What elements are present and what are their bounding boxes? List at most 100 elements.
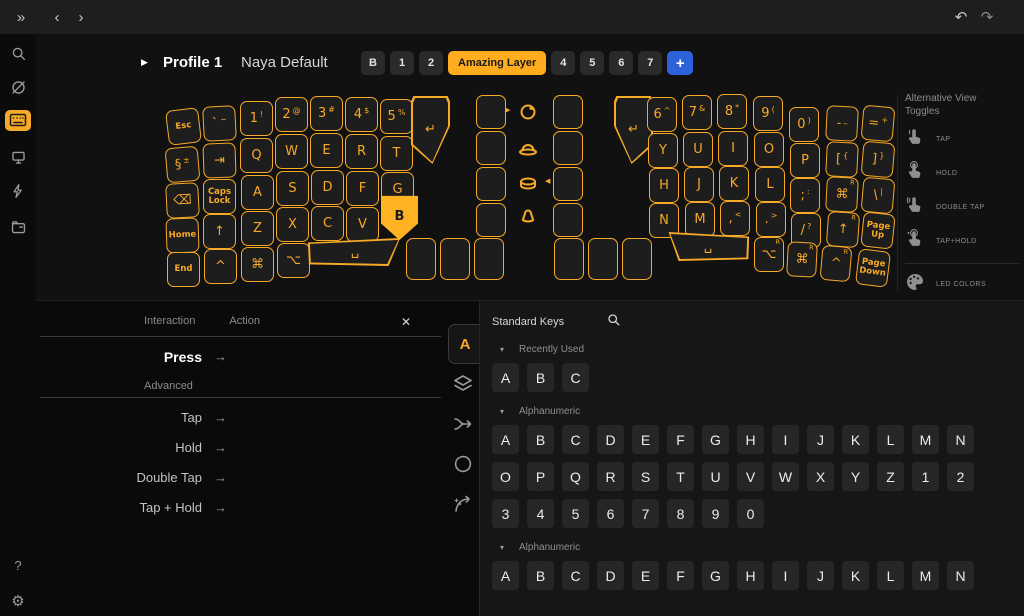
section-header-recently-used[interactable]: ▾Recently Used — [492, 343, 1024, 355]
search-icon[interactable] — [0, 39, 36, 67]
key-chip-Z[interactable]: Z — [877, 462, 904, 491]
press-row[interactable]: Press → — [36, 346, 445, 367]
key-1[interactable]: 1! — [240, 101, 273, 136]
keyboard-icon[interactable] — [0, 106, 36, 134]
key-[[interactable]: [{ — [825, 141, 859, 178]
key-chip-M[interactable]: M — [912, 561, 939, 590]
key-T[interactable]: T — [380, 136, 413, 171]
key-chip-D[interactable]: D — [597, 561, 624, 590]
key-blank[interactable] — [476, 167, 506, 201]
key-⌫[interactable]: ⌫ — [165, 182, 200, 219]
dial-module-icon[interactable] — [517, 173, 539, 195]
key-chip-F[interactable]: F — [667, 425, 694, 454]
key-blank[interactable] — [406, 238, 436, 280]
key-,[interactable]: ,< — [720, 201, 750, 236]
key-⌘[interactable]: ⌘ — [241, 247, 274, 282]
key-D[interactable]: D — [311, 170, 344, 205]
key-blank[interactable] — [553, 167, 583, 201]
key-chip-L[interactable]: L — [877, 561, 904, 590]
key-chip-C[interactable]: C — [562, 561, 589, 590]
key-chip-A[interactable]: A — [492, 363, 519, 392]
key-blank[interactable] — [553, 131, 583, 165]
key-2[interactable]: 2@ — [275, 97, 308, 132]
key-K[interactable]: K — [719, 166, 749, 201]
toggle-hold[interactable]: HOLD — [905, 161, 1019, 185]
key-W[interactable]: W — [275, 134, 308, 169]
key-space-left[interactable]: ␣ — [307, 238, 403, 266]
display-icon[interactable] — [0, 143, 36, 171]
layer-chip-5[interactable]: 5 — [580, 51, 604, 75]
key-chip-V[interactable]: V — [737, 462, 764, 491]
key-S[interactable]: S — [276, 171, 309, 206]
toggle-tap-hold[interactable]: TAP+HOLD — [905, 229, 1019, 253]
key-chip-E[interactable]: E — [632, 425, 659, 454]
key-chip-3[interactable]: 3 — [492, 499, 519, 528]
key-O[interactable]: O — [754, 132, 784, 167]
key-chip-T[interactable]: T — [667, 462, 694, 491]
key-blank[interactable] — [622, 238, 652, 280]
key-8[interactable]: 8* — [717, 94, 747, 129]
key-U[interactable]: U — [683, 132, 713, 167]
tab-standard-keys[interactable]: A — [448, 324, 481, 364]
interaction-row-hold[interactable]: Hold→ — [36, 437, 445, 458]
key-blank[interactable] — [440, 238, 470, 280]
trackball-module-icon[interactable] — [517, 101, 539, 123]
layers-tab-icon[interactable] — [452, 373, 474, 395]
key-enter-left[interactable]: ↵ — [411, 96, 450, 164]
redo-icon[interactable]: ↷ — [976, 0, 998, 34]
key-X[interactable]: X — [276, 207, 309, 242]
key-chip-N[interactable]: N — [947, 561, 974, 590]
section-header-alphanumeric[interactable]: ▾Alphanumeric — [492, 541, 1024, 553]
layer-chip-4[interactable]: 4 — [551, 51, 575, 75]
profile-disclosure-icon[interactable]: ▶ — [141, 57, 148, 68]
key-\[interactable]: \| — [861, 177, 896, 215]
key-blank[interactable] — [476, 203, 506, 237]
key-M[interactable]: M — [685, 202, 715, 237]
key-E[interactable]: E — [310, 133, 343, 168]
back-icon[interactable]: ‹ — [46, 0, 68, 34]
key-Z[interactable]: Z — [241, 211, 274, 246]
key-⌘[interactable]: ⌘R — [825, 176, 859, 213]
undo-icon[interactable]: ↶ — [950, 0, 972, 34]
collapse-sidebar-icon[interactable]: » — [8, 0, 34, 34]
layer-chip-B[interactable]: B — [361, 51, 385, 75]
key-B-selected[interactable]: B — [381, 194, 418, 240]
interaction-row-tap-hold[interactable]: Tap + Hold→ — [36, 497, 445, 518]
key-space-right[interactable]: ␣ — [666, 232, 750, 261]
layer-chip-2[interactable]: 2 — [419, 51, 443, 75]
key-chip-S[interactable]: S — [632, 462, 659, 491]
key-blank[interactable] — [474, 238, 504, 280]
dome-module-icon[interactable] — [517, 138, 539, 160]
key-chip-N[interactable]: N — [947, 425, 974, 454]
interaction-row-double-tap[interactable]: Double Tap→ — [36, 467, 445, 488]
key-chip-G[interactable]: G — [702, 425, 729, 454]
key-chip-U[interactable]: U — [702, 462, 729, 491]
key-blank[interactable] — [554, 238, 584, 280]
key-blank[interactable] — [588, 238, 618, 280]
interaction-row-tap[interactable]: Tap→ — [36, 407, 445, 428]
key-J[interactable]: J — [684, 167, 714, 202]
key-chip-2[interactable]: 2 — [947, 462, 974, 491]
key-chip-R[interactable]: R — [597, 462, 624, 491]
key-.[interactable]: .> — [756, 202, 786, 237]
key-chip-4[interactable]: 4 — [527, 499, 554, 528]
gesture-tab-icon[interactable] — [452, 493, 474, 515]
key-chip-M[interactable]: M — [912, 425, 939, 454]
key-9[interactable]: 9( — [753, 96, 783, 131]
key-7[interactable]: 7& — [682, 95, 712, 130]
key-chip-F[interactable]: F — [667, 561, 694, 590]
key-=[interactable]: =+ — [861, 105, 896, 143]
keys-search-icon[interactable] — [606, 312, 621, 332]
key-page-down[interactable]: Page Down — [855, 248, 891, 288]
key-chip-K[interactable]: K — [842, 561, 869, 590]
key-blank[interactable] — [476, 131, 506, 165]
key-⇥[interactable]: ⇥ — [202, 142, 236, 178]
key-chip-O[interactable]: O — [492, 462, 519, 491]
settings-gear-icon[interactable]: ⚙ — [0, 587, 36, 615]
key-3[interactable]: 3# — [310, 96, 343, 131]
key-blank[interactable] — [553, 203, 583, 237]
key-C[interactable]: C — [311, 206, 344, 241]
key-chip-Q[interactable]: Q — [562, 462, 589, 491]
key-4[interactable]: 4$ — [345, 97, 378, 132]
help-icon[interactable]: ? — [0, 551, 36, 579]
